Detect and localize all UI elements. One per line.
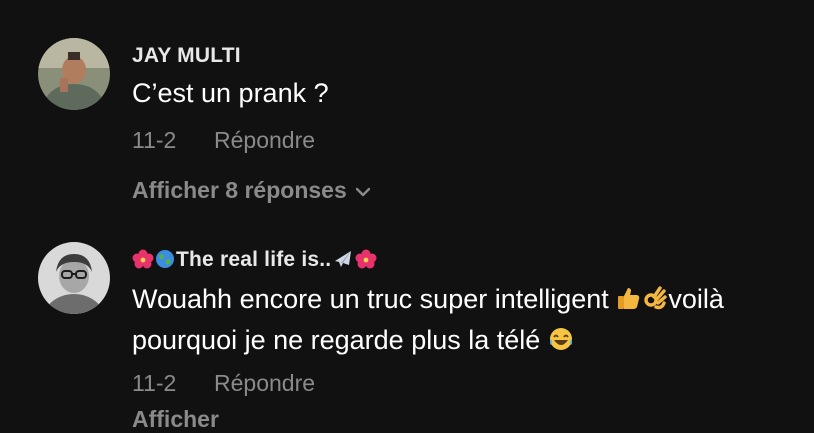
comment-text-line1-suffix: voilà <box>668 284 724 314</box>
comment-date: 11-2 <box>132 127 177 153</box>
comment-date: 11-2 <box>132 370 177 396</box>
comment-username[interactable]: JAY MULTI <box>132 44 241 68</box>
hibiscus-icon <box>355 249 377 275</box>
ok-hand-icon <box>642 283 668 321</box>
comment-meta: 11-2 Répondre <box>132 370 315 397</box>
username-text: The real life is.. <box>176 248 332 271</box>
globe-icon <box>154 249 176 275</box>
reply-button[interactable]: Répondre <box>214 127 315 153</box>
hibiscus-icon <box>132 249 154 275</box>
view-replies-label: Afficher 8 réponses <box>132 177 347 203</box>
chevron-down-icon <box>355 187 370 197</box>
reply-button[interactable]: Répondre <box>214 370 315 396</box>
laughing-tears-icon <box>548 324 574 362</box>
comment-meta: 11-2 Répondre <box>132 127 315 154</box>
comment-text: Wouahh encore un truc super intelligent … <box>132 280 802 362</box>
airplane-icon <box>331 249 355 275</box>
comment-username[interactable]: The real life is.. <box>132 248 377 275</box>
avatar[interactable] <box>38 242 110 314</box>
view-replies-label: Afficher <box>132 406 219 432</box>
comment-text: C’est un prank ? <box>132 78 329 108</box>
avatar[interactable] <box>38 38 110 110</box>
comment-text-line2: pourquoi je ne regarde plus la télé <box>132 325 541 355</box>
thumbs-up-icon <box>616 283 642 321</box>
comment-text-line1: Wouahh encore un truc super intelligent <box>132 284 609 314</box>
view-replies-button[interactable]: Afficher 8 réponses <box>132 177 371 204</box>
